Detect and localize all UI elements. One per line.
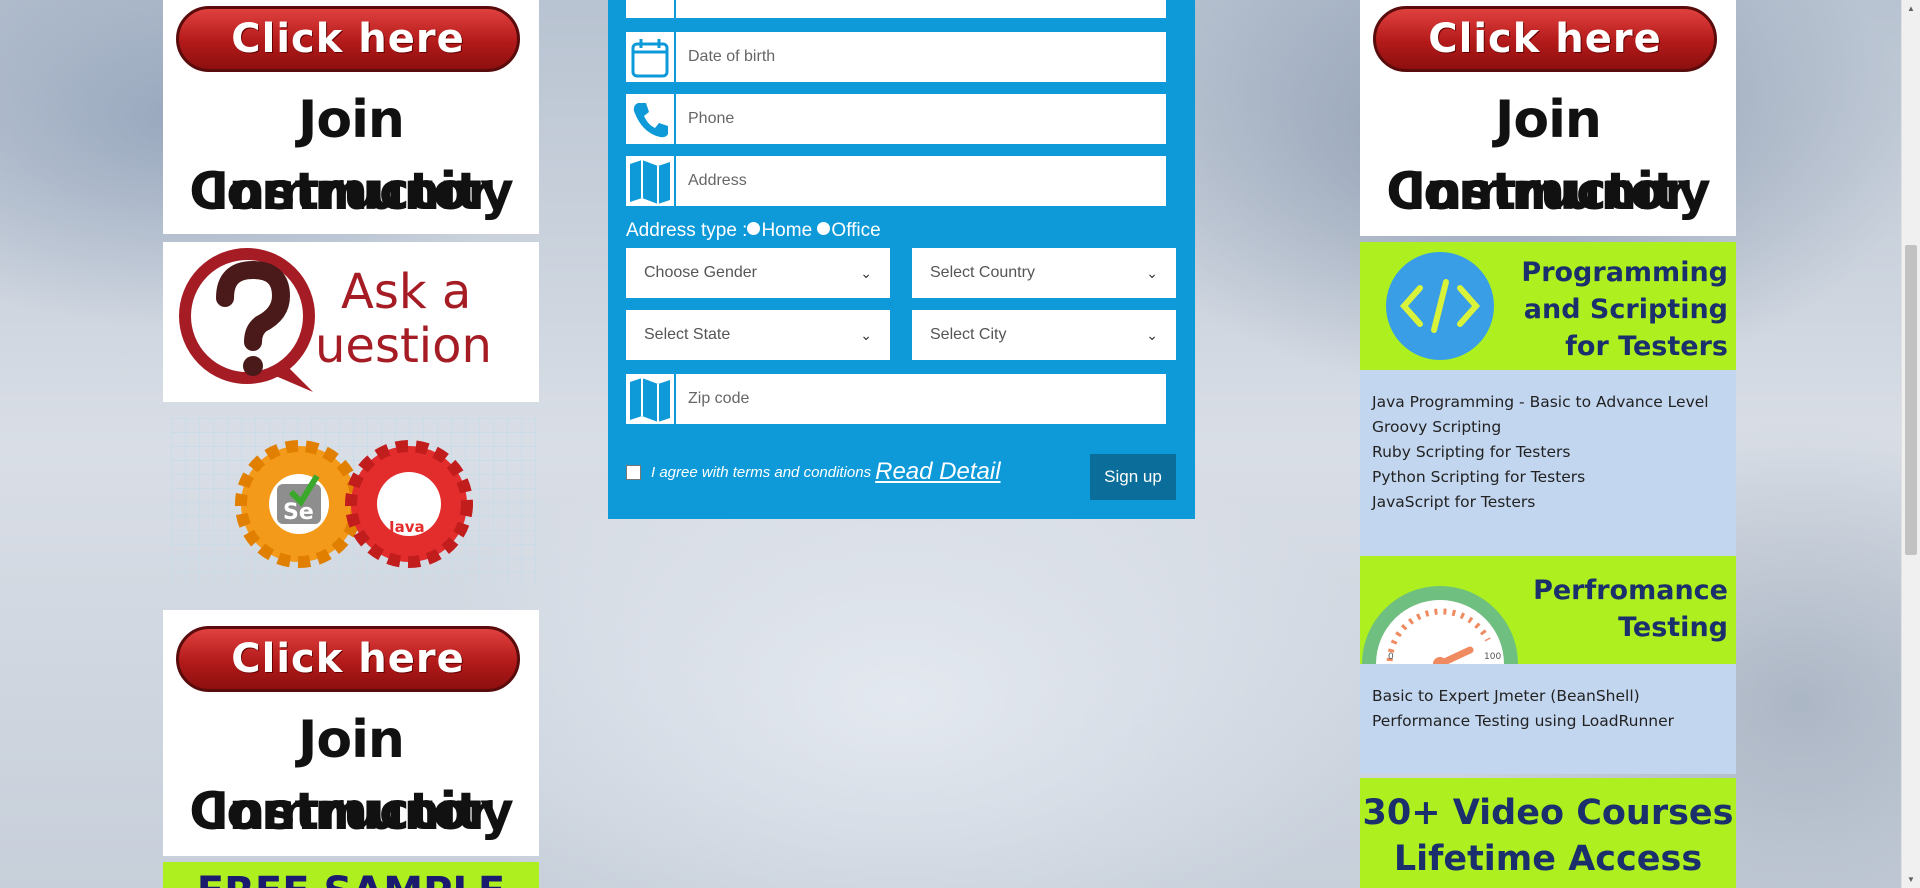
- programming-course-list: Java Programming - Basic to Advance Leve…: [1360, 370, 1736, 556]
- office-radio[interactable]: [817, 222, 831, 235]
- gender-select-value: Choose Gender: [644, 264, 757, 281]
- office-radio-label[interactable]: Office: [831, 220, 880, 241]
- title-line: Testing: [1618, 612, 1728, 643]
- java-gear-icon: [345, 440, 473, 568]
- ad-line-1: 30+ Video Courses: [1362, 793, 1734, 833]
- list-item[interactable]: Java Programming - Basic to Advance Leve…: [1372, 390, 1724, 415]
- city-select[interactable]: Select City ⌄: [912, 310, 1176, 360]
- gears-graphic: [235, 440, 473, 568]
- performance-title: Perfromance Testing: [1533, 572, 1728, 646]
- signup-button[interactable]: Sign up: [1090, 454, 1176, 500]
- page-scrollbar[interactable]: ▲ ▼: [1901, 0, 1920, 888]
- terms-checkbox[interactable]: [626, 464, 641, 480]
- address-input[interactable]: [680, 156, 1166, 206]
- programming-title: Programming and Scripting for Testers: [1521, 254, 1728, 365]
- title-line: and Scripting: [1523, 294, 1728, 325]
- phone-field[interactable]: [626, 94, 1166, 144]
- phone-icon: [626, 94, 676, 144]
- gauge-icon: [1362, 586, 1518, 664]
- click-here-button[interactable]: Click here: [1373, 6, 1717, 72]
- country-select-value: Select Country: [930, 264, 1035, 281]
- zip-input[interactable]: [680, 374, 1166, 424]
- list-item[interactable]: Groovy Scripting: [1372, 415, 1724, 440]
- map-icon: [626, 156, 676, 206]
- list-item[interactable]: Basic to Expert Jmeter (BeanShell): [1372, 684, 1724, 709]
- dob-input[interactable]: [680, 32, 1166, 82]
- code-icon: [1386, 252, 1494, 360]
- country-select[interactable]: Select Country ⌄: [912, 248, 1176, 298]
- ask-line-1: Ask a: [341, 264, 472, 320]
- programming-ad[interactable]: Programming and Scripting for Testers: [1360, 242, 1736, 370]
- address-type-label: Address type :: [626, 220, 748, 241]
- gender-select[interactable]: Choose Gender ⌄: [626, 248, 890, 298]
- address-type-group: Address type : Home Office: [626, 220, 881, 242]
- zip-field[interactable]: [626, 374, 1166, 424]
- address-field[interactable]: [626, 156, 1166, 206]
- calendar-icon: [626, 32, 676, 82]
- chevron-down-icon: ⌄: [860, 264, 872, 281]
- join-instructor-ad-2[interactable]: Click here Join Instructor Community: [163, 610, 539, 856]
- ask-question-ad[interactable]: Ask a uestion: [163, 242, 539, 402]
- click-here-button[interactable]: Click here: [176, 626, 520, 692]
- ad-line-2: Community: [189, 782, 514, 842]
- home-radio[interactable]: [747, 222, 761, 235]
- selenium-java-ad[interactable]: Se Java: [171, 418, 539, 584]
- performance-course-list: Basic to Expert Jmeter (BeanShell) Perfo…: [1360, 664, 1736, 774]
- ad-line-2: Lifetime Access: [1393, 839, 1703, 879]
- gauge-max-label: 100: [1484, 652, 1502, 662]
- title-line: Perfromance: [1533, 575, 1728, 606]
- selenium-label: Se: [283, 500, 314, 525]
- read-detail-link[interactable]: Read Detail: [875, 458, 1000, 486]
- registration-form: Address type : Home Office Choose Gender ⌄…: [608, 0, 1195, 519]
- chevron-down-icon: ⌄: [1146, 264, 1158, 281]
- field-icon: [626, 0, 676, 18]
- city-select-value: Select City: [930, 326, 1007, 343]
- terms-row: I agree with terms and conditions Read D…: [626, 458, 1001, 486]
- state-select[interactable]: Select State ⌄: [626, 310, 890, 360]
- list-item[interactable]: Performance Testing using LoadRunner: [1372, 709, 1724, 734]
- partial-field[interactable]: [626, 0, 1166, 18]
- title-line: for Testers: [1565, 331, 1728, 362]
- gauge-min-label: 0: [1388, 652, 1394, 662]
- dob-field[interactable]: [626, 32, 1166, 82]
- ad-line-2: Community: [189, 162, 514, 222]
- scroll-down-arrow-icon[interactable]: ▼: [1902, 871, 1920, 888]
- join-instructor-ad[interactable]: Click here Join Instructor Community: [1360, 0, 1736, 236]
- click-here-button[interactable]: Click here: [176, 6, 520, 72]
- terms-text: I agree with terms and conditions: [651, 463, 872, 481]
- list-item[interactable]: JavaScript for Testers: [1372, 490, 1724, 515]
- list-item[interactable]: Python Scripting for Testers: [1372, 465, 1724, 490]
- scrollbar-thumb[interactable]: [1905, 245, 1917, 555]
- title-line: Programming: [1521, 257, 1728, 288]
- list-item[interactable]: Ruby Scripting for Testers: [1372, 440, 1724, 465]
- scroll-up-arrow-icon[interactable]: ▲: [1902, 0, 1920, 17]
- phone-input[interactable]: [680, 94, 1166, 144]
- performance-testing-ad[interactable]: 0 100 Perfromance Testing: [1360, 556, 1736, 664]
- ask-line-2: uestion: [315, 318, 492, 374]
- map-icon: [626, 374, 676, 424]
- home-radio-label[interactable]: Home: [761, 220, 812, 241]
- join-instructor-ad[interactable]: Click here Join Instructor Community: [163, 0, 539, 234]
- ad-line-2: Community: [1386, 162, 1711, 222]
- free-sample-ad[interactable]: FREE SAMPLE: [163, 862, 539, 888]
- chevron-down-icon: ⌄: [860, 326, 872, 343]
- video-courses-ad[interactable]: 30+ Video Courses Lifetime Access: [1360, 778, 1736, 888]
- java-label: Java: [389, 518, 425, 536]
- chevron-down-icon: ⌄: [1146, 326, 1158, 343]
- state-select-value: Select State: [644, 326, 731, 343]
